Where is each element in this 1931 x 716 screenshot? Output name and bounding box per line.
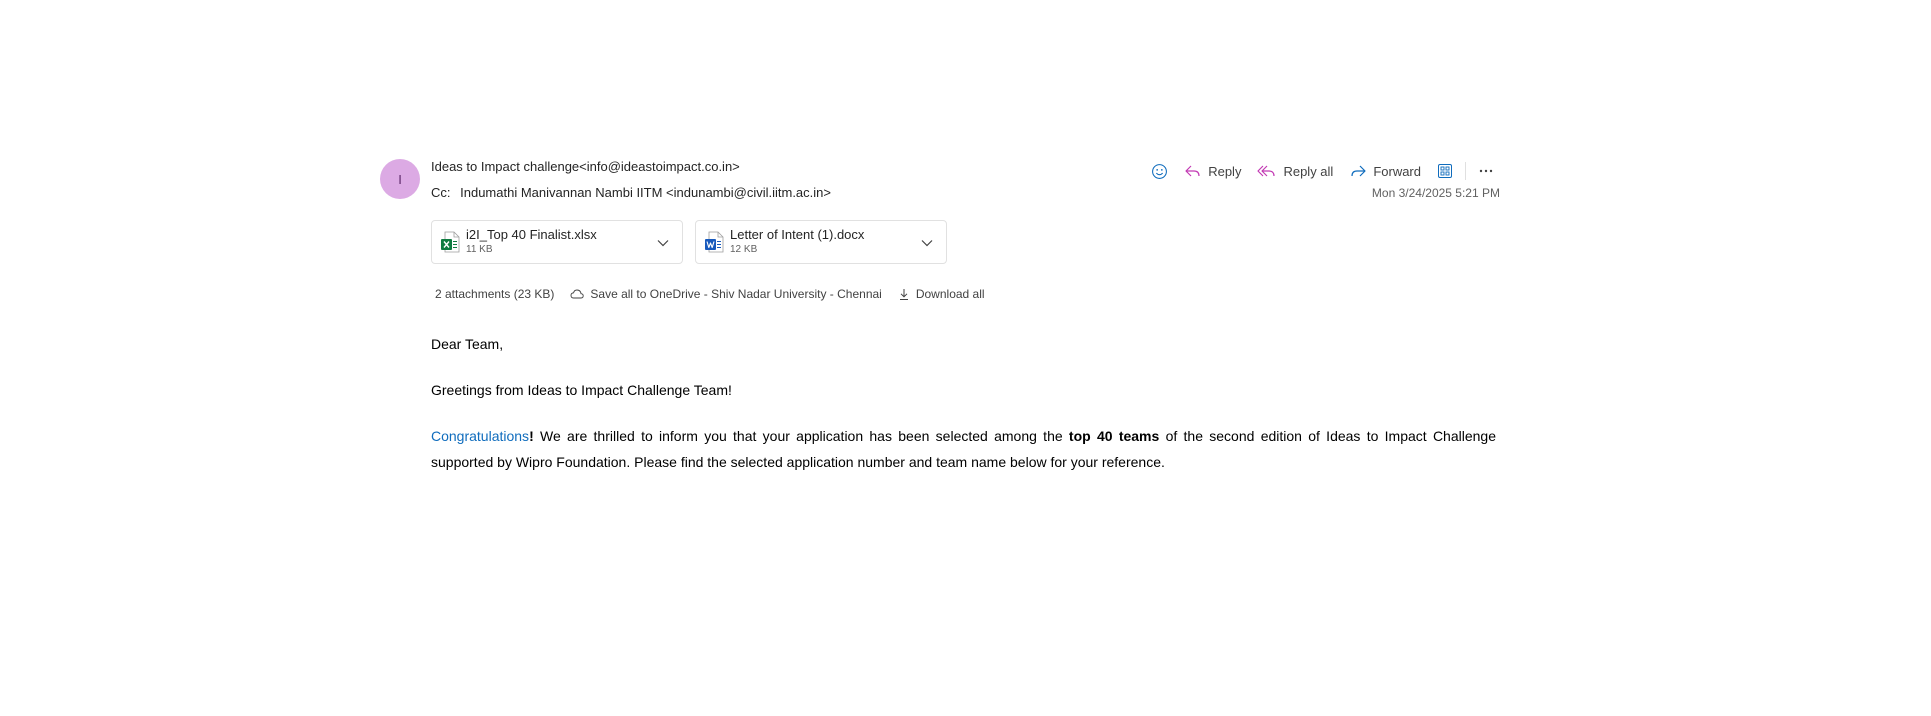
save-all-label: Save all to OneDrive - Shiv Nadar Univer…	[590, 287, 882, 301]
forward-button[interactable]: Forward	[1343, 159, 1427, 183]
forward-label: Forward	[1373, 163, 1421, 179]
main-paragraph: Congratulations! We are thrilled to info…	[431, 423, 1496, 475]
attachment-card[interactable]: Letter of Intent (1).docx 12 KB	[695, 220, 947, 264]
save-all-onedrive-button[interactable]: Save all to OneDrive - Shiv Nadar Univer…	[566, 285, 885, 303]
chevron-down-icon[interactable]	[920, 236, 934, 250]
chevron-down-icon[interactable]	[656, 236, 670, 250]
greeting: Dear Team,	[431, 336, 504, 352]
attachment-info: i2I_Top 40 Finalist.xlsx 11 KB	[466, 227, 597, 257]
reply-label: Reply	[1208, 163, 1242, 179]
attachment-count: 2 attachments (23 KB)	[435, 287, 555, 301]
attachment-size: 12 KB	[730, 244, 758, 255]
word-file-icon	[705, 231, 724, 253]
message-date: Mon 3/24/2025 5:21 PM	[1371, 186, 1500, 200]
avatar[interactable]: I	[380, 159, 420, 199]
download-all-button[interactable]: Download all	[894, 285, 989, 303]
reply-icon	[1185, 165, 1200, 177]
reply-all-icon	[1257, 165, 1276, 177]
cc-label: Cc:	[431, 185, 451, 200]
attachment-size: 11 KB	[466, 244, 493, 255]
cloud-icon	[570, 289, 585, 299]
attachment-list: i2I_Top 40 Finalist.xlsx 11 KB Letter of…	[431, 220, 947, 264]
intro-line: Greetings from Ideas to Impact Challenge…	[431, 382, 732, 398]
avatar-initial: I	[398, 171, 402, 187]
download-all-label: Download all	[915, 287, 985, 301]
attachment-name: Letter of Intent (1).docx	[730, 227, 865, 242]
message-actions: Reply Reply all Forward	[1145, 157, 1500, 185]
emoji-reaction-button[interactable]	[1145, 159, 1174, 184]
congratulations-link[interactable]: Congratulations	[431, 428, 529, 444]
apps-button[interactable]	[1431, 159, 1459, 183]
cc-line: Cc: Indumathi Manivannan Nambi IITM <ind…	[431, 185, 831, 200]
actions-divider	[1465, 162, 1466, 180]
cc-recipient[interactable]: Indumathi Manivannan Nambi IITM <indunam…	[460, 185, 831, 200]
top-40-teams: top 40 teams	[1068, 428, 1160, 444]
more-icon	[1479, 169, 1493, 173]
message-body: Dear Team, Greetings from Ideas to Impac…	[431, 331, 1496, 495]
paragraph-text-1: We are thrilled to inform you that your …	[533, 428, 1069, 444]
apps-icon	[1438, 164, 1452, 178]
excel-file-icon	[441, 231, 460, 253]
more-actions-button[interactable]	[1472, 159, 1500, 183]
reply-all-button[interactable]: Reply all	[1251, 159, 1339, 183]
reply-all-label: Reply all	[1283, 163, 1334, 179]
download-icon	[899, 288, 908, 300]
attachment-card[interactable]: i2I_Top 40 Finalist.xlsx 11 KB	[431, 220, 683, 264]
smile-icon	[1152, 163, 1168, 179]
forward-icon	[1351, 165, 1366, 177]
reply-button[interactable]: Reply	[1178, 159, 1247, 183]
attachment-bar: 2 attachments (23 KB) Save all to OneDri…	[431, 285, 989, 303]
attachment-name: i2I_Top 40 Finalist.xlsx	[466, 227, 597, 242]
sender-from[interactable]: Ideas to Impact challenge<info@ideastoim…	[431, 159, 740, 174]
attachment-info: Letter of Intent (1).docx 12 KB	[730, 227, 864, 257]
